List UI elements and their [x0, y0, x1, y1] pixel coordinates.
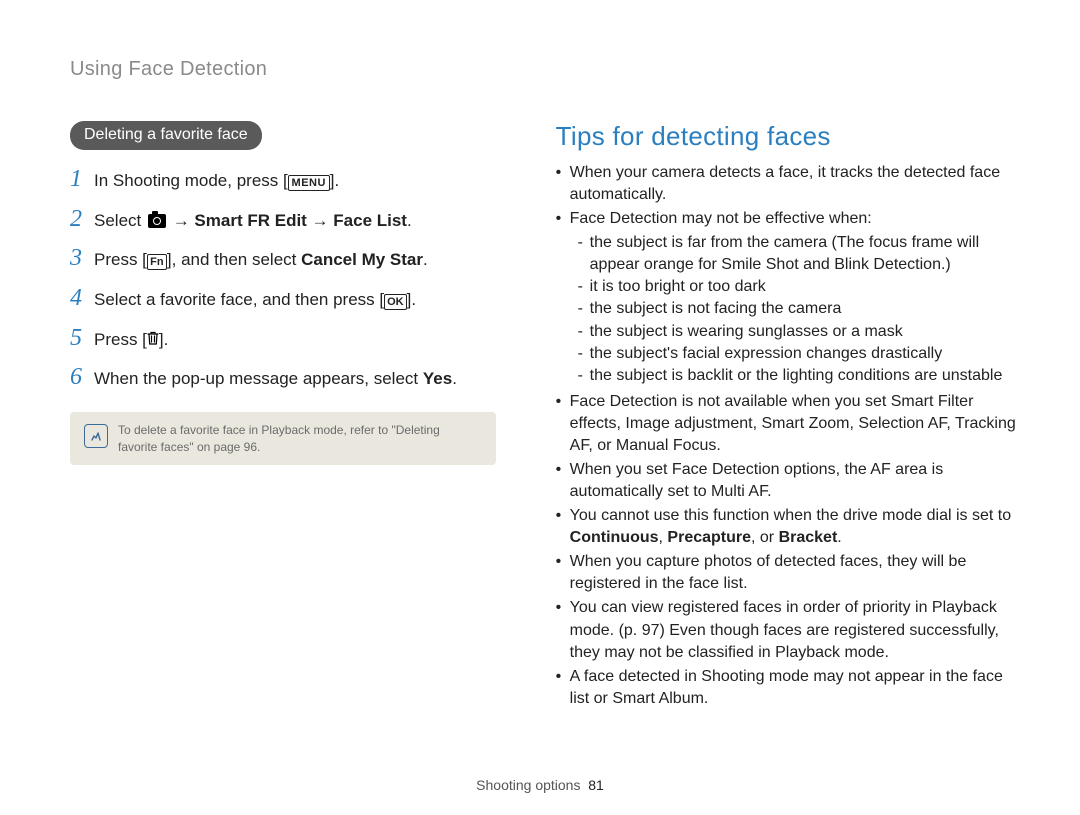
tips-heading: Tips for detecting faces — [556, 121, 1020, 152]
camera-icon — [148, 214, 166, 228]
step-item: 5 Press []. — [70, 325, 496, 353]
trash-icon — [147, 331, 159, 345]
tip-item: Face Detection is not available when you… — [556, 391, 1020, 457]
step-item: 4 Select a favorite face, and then press… — [70, 285, 496, 313]
note-box: To delete a favorite face in Playback mo… — [70, 412, 496, 466]
step-text: Select a favorite face, and then press [… — [94, 288, 416, 313]
tip-subitem: the subject is not facing the camera — [578, 298, 1020, 320]
step-text: Press []. — [94, 328, 168, 353]
tip-item: Face Detection may not be effective when… — [556, 208, 1020, 387]
tip-item: When you set Face Detection options, the… — [556, 459, 1020, 503]
tip-sublist: the subject is far from the camera (The … — [570, 232, 1020, 387]
ok-icon: OK — [384, 294, 407, 310]
tip-item: You can view registered faces in order o… — [556, 597, 1020, 663]
step-text: When the pop-up message appears, select … — [94, 367, 457, 392]
tip-subitem: the subject is wearing sunglasses or a m… — [578, 321, 1020, 343]
breadcrumb: Using Face Detection — [70, 58, 1020, 81]
step-item: 2 Select → Smart FR Edit → Face List. — [70, 206, 496, 234]
tip-item: You cannot use this function when the dr… — [556, 505, 1020, 549]
step-item: 3 Press [Fn], and then select Cancel My … — [70, 245, 496, 273]
tip-subitem: the subject is backlit or the lighting c… — [578, 365, 1020, 387]
tip-item: When your camera detects a face, it trac… — [556, 162, 1020, 206]
tip-item: When you capture photos of detected face… — [556, 551, 1020, 595]
step-number: 3 — [70, 245, 94, 272]
right-column: Tips for detecting faces When your camer… — [556, 121, 1020, 712]
tip-subitem: the subject's facial expression changes … — [578, 343, 1020, 365]
fn-icon: Fn — [147, 254, 167, 270]
footer-page-number: 81 — [588, 777, 604, 793]
content-columns: Deleting a favorite face 1 In Shooting m… — [70, 121, 1020, 712]
step-item: 1 In Shooting mode, press [MENU]. — [70, 166, 496, 194]
step-text: Select → Smart FR Edit → Face List. — [94, 209, 412, 234]
step-number: 4 — [70, 285, 94, 312]
footer-section-label: Shooting options — [476, 777, 580, 793]
tip-item: A face detected in Shooting mode may not… — [556, 666, 1020, 710]
manual-page: Using Face Detection Deleting a favorite… — [0, 0, 1080, 712]
note-icon — [84, 424, 108, 448]
tips-list: When your camera detects a face, it trac… — [556, 162, 1020, 710]
step-number: 1 — [70, 166, 94, 193]
menu-icon: MENU — [288, 175, 330, 191]
page-footer: Shooting options 81 — [0, 777, 1080, 793]
steps-list: 1 In Shooting mode, press [MENU]. 2 Sele… — [70, 166, 496, 392]
section-heading-pill: Deleting a favorite face — [70, 121, 262, 150]
note-text: To delete a favorite face in Playback mo… — [118, 422, 482, 456]
step-number: 6 — [70, 364, 94, 391]
step-text: In Shooting mode, press [MENU]. — [94, 169, 339, 194]
step-number: 2 — [70, 206, 94, 233]
step-number: 5 — [70, 325, 94, 352]
step-text: Press [Fn], and then select Cancel My St… — [94, 248, 428, 273]
tip-subitem: the subject is far from the camera (The … — [578, 232, 1020, 276]
left-column: Deleting a favorite face 1 In Shooting m… — [70, 121, 496, 712]
step-item: 6 When the pop-up message appears, selec… — [70, 364, 496, 392]
tip-subitem: it is too bright or too dark — [578, 276, 1020, 298]
